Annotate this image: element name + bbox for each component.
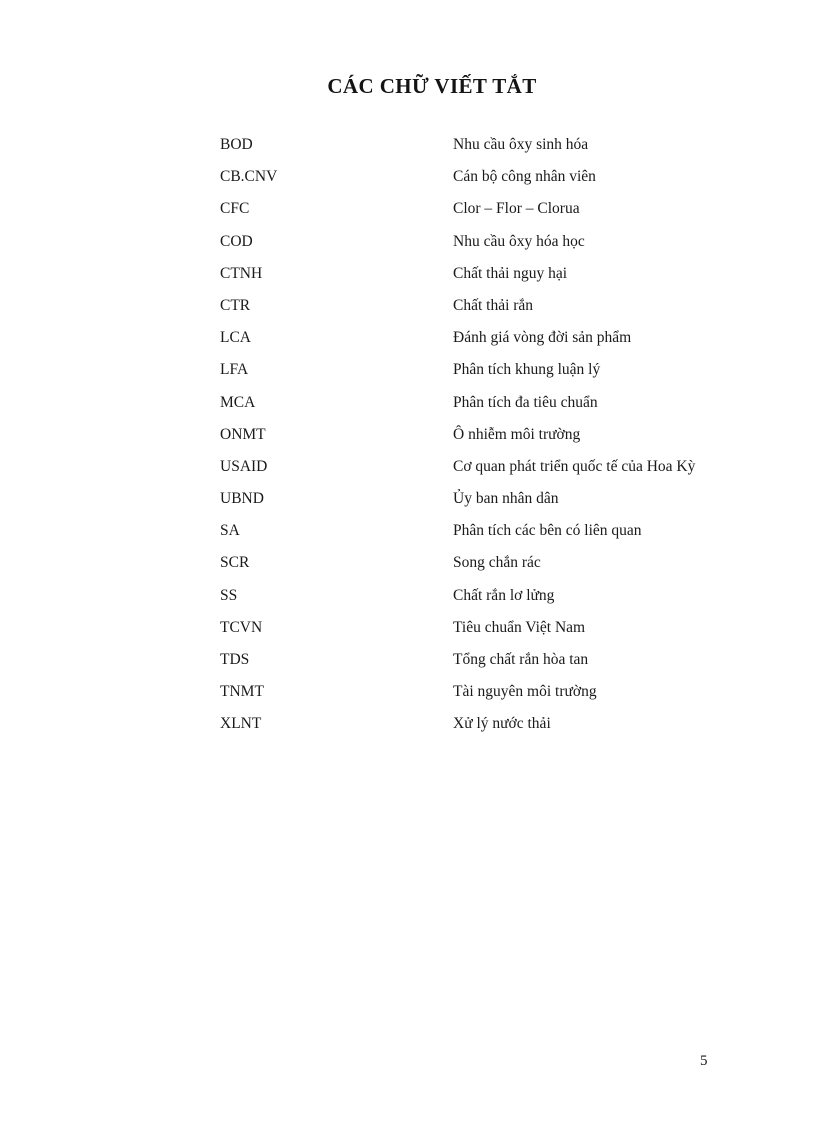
- abbreviation-definition: Xử lý nước thải: [453, 715, 551, 733]
- abbreviation-definition: Phân tích các bên có liên quan: [453, 522, 642, 540]
- page-title: CÁC CHỮ VIẾT TẮT: [327, 74, 537, 98]
- abbreviation-definition: Đánh giá vòng đời sản phẩm: [453, 329, 632, 347]
- abbreviation-term: SA: [220, 522, 240, 540]
- page-number: 5: [700, 1053, 708, 1069]
- abbreviation-definition: Cơ quan phát triển quốc tế của Hoa Kỳ: [453, 457, 696, 475]
- abbreviation-definition: Chất rắn lơ lửng: [453, 586, 555, 604]
- list-item: LFA Phân tích khung luận lý: [220, 354, 740, 386]
- abbreviation-definition: Nhu cầu ôxy hóa học: [453, 232, 585, 250]
- abbreviation-definition: Ô nhiễm môi trường: [453, 425, 581, 443]
- abbreviation-definition: Phân tích đa tiêu chuẩn: [453, 393, 598, 411]
- abbreviation-definition: Nhu cầu ôxy sinh hóa: [453, 136, 589, 153]
- abbreviation-term: LCA: [220, 329, 251, 347]
- list-item: TDS Tổng chất rắn hòa tan: [220, 644, 740, 676]
- list-item: LCA Đánh giá vòng đời sản phẩm: [220, 322, 740, 354]
- abbreviation-definition: Phân tích khung luận lý: [453, 361, 601, 379]
- abbreviation-term: TDS: [220, 651, 250, 668]
- abbreviation-definition: Clor – Flor – Clorua: [453, 200, 580, 218]
- abbreviation-term: TCVN: [220, 618, 263, 636]
- list-item: CTR Chất thải rắn: [220, 290, 740, 322]
- list-item: TCVN Tiêu chuẩn Việt Nam: [220, 612, 740, 644]
- abbreviation-definition: Ủy ban nhân dân: [453, 490, 559, 508]
- list-item: MCA Phân tích đa tiêu chuẩn: [220, 387, 740, 419]
- list-item: COD Nhu cầu ôxy hóa học: [220, 226, 740, 258]
- list-item: XLNT Xử lý nước thải: [220, 708, 740, 740]
- abbreviation-term: TNMT: [220, 683, 264, 701]
- abbreviation-term: CB.CNV: [220, 168, 278, 186]
- abbreviation-term: CTNH: [220, 264, 263, 282]
- abbreviation-definition: Cán bộ công nhân viên: [453, 168, 596, 186]
- list-item: SA Phân tích các bên có liên quan: [220, 515, 740, 547]
- abbreviation-definition: Tài nguyên môi trường: [453, 683, 597, 701]
- abbreviation-term: LFA: [220, 361, 249, 379]
- list-item: BOD Nhu cầu ôxy sinh hóa: [220, 129, 740, 161]
- abbreviation-definition: Song chắn rác: [453, 554, 541, 572]
- list-item: CFC Clor – Flor – Clorua: [220, 193, 740, 225]
- abbreviation-definition: Tổng chất rắn hòa tan: [453, 651, 589, 668]
- abbreviation-term: UBND: [220, 490, 264, 508]
- abbreviation-term: BOD: [220, 136, 253, 153]
- list-item: CB.CNV Cán bộ công nhân viên: [220, 161, 740, 193]
- list-item: TNMT Tài nguyên môi trường: [220, 676, 740, 708]
- abbreviation-definition: Chất thải rắn: [453, 296, 534, 314]
- abbreviation-definition: Chất thải nguy hại: [453, 264, 568, 282]
- abbreviation-term: USAID: [220, 457, 268, 475]
- list-item: SCR Song chắn rác: [220, 547, 740, 579]
- list-item: UBND Ủy ban nhân dân: [220, 483, 740, 515]
- list-item: SS Chất rắn lơ lửng: [220, 580, 740, 612]
- abbreviation-term: XLNT: [220, 715, 262, 733]
- abbreviation-term: COD: [220, 232, 253, 250]
- list-item: ONMT Ô nhiễm môi trường: [220, 419, 740, 451]
- list-item: CTNH Chất thải nguy hại: [220, 258, 740, 290]
- abbreviation-term: CTR: [220, 296, 251, 314]
- abbreviation-term: MCA: [220, 393, 256, 411]
- abbreviation-list: BOD Nhu cầu ôxy sinh hóa CB.CNV Cán bộ c…: [220, 129, 740, 741]
- list-item: USAID Cơ quan phát triển quốc tế của Hoa…: [220, 451, 740, 483]
- abbreviation-definition: Tiêu chuẩn Việt Nam: [453, 618, 586, 636]
- abbreviation-term: SCR: [220, 554, 250, 572]
- document-page: CÁC CHỮ VIẾT TẮT BOD Nhu cầu ôxy sinh hó…: [0, 0, 816, 1123]
- abbreviation-term: SS: [220, 586, 238, 604]
- abbreviation-term: CFC: [220, 200, 250, 218]
- abbreviation-term: ONMT: [220, 425, 266, 443]
